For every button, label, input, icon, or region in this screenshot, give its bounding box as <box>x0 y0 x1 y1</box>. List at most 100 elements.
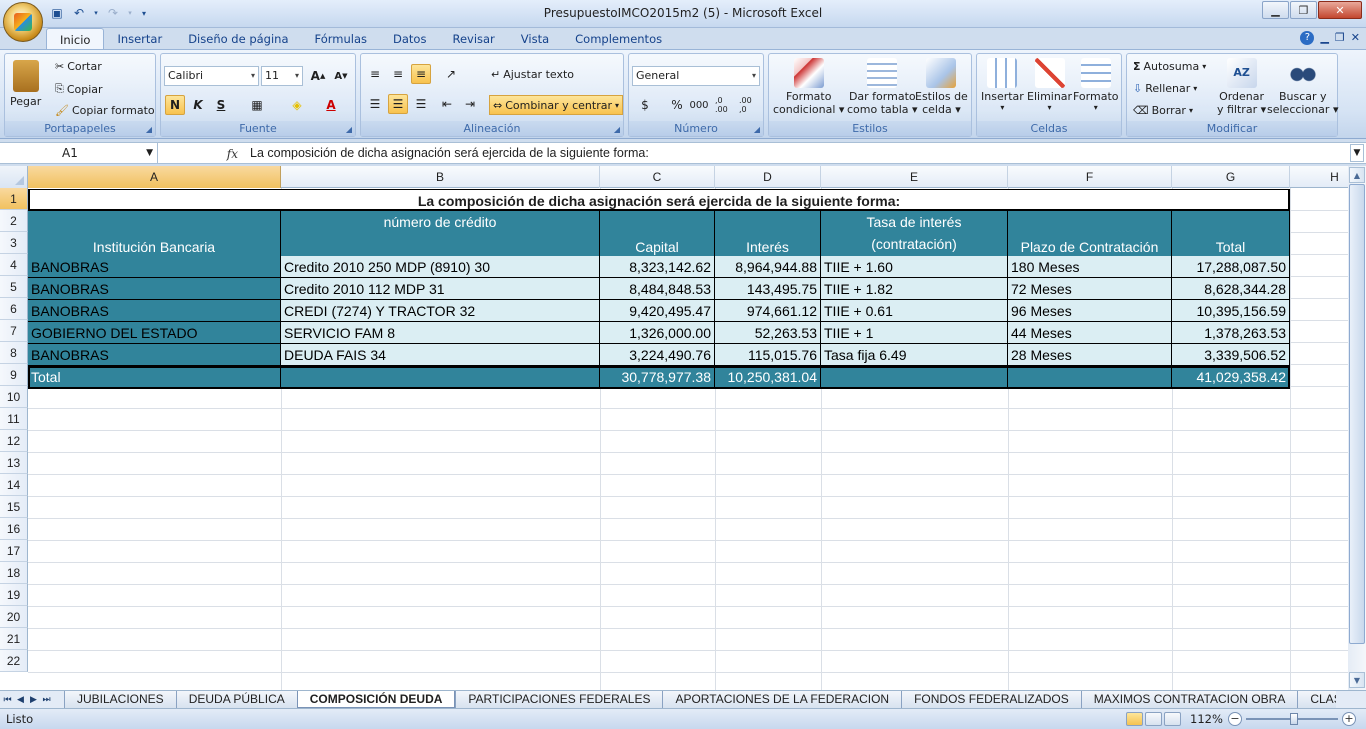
row-header-8[interactable]: 8 <box>0 342 28 364</box>
column-header-a[interactable]: A <box>28 166 281 188</box>
sheet-tab-fondos[interactable]: FONDOS FEDERALIZADOS <box>901 691 1081 708</box>
help-icon[interactable]: ? <box>1300 31 1315 45</box>
data-cell[interactable]: 8,964,944.88 <box>715 256 821 278</box>
row-header-20[interactable]: 20 <box>0 606 28 628</box>
data-cell[interactable]: TIIE + 1 <box>821 322 1008 344</box>
align-top-icon[interactable]: ≡ <box>365 64 385 84</box>
header-institucion[interactable]: Institución Bancaria <box>28 211 281 259</box>
shrink-font-icon[interactable]: A ▼ <box>331 66 351 86</box>
row-header-15[interactable]: 15 <box>0 496 28 518</box>
workbook-restore-icon[interactable]: ❐ <box>1335 31 1345 45</box>
tab-formulas[interactable]: Fórmulas <box>302 28 381 50</box>
align-middle-icon[interactable]: ≡ <box>388 64 408 84</box>
row-header-21[interactable]: 21 <box>0 628 28 650</box>
format-cells-button[interactable]: Formato ▾ <box>1073 58 1119 112</box>
row-header-22[interactable]: 22 <box>0 650 28 672</box>
delete-cells-button[interactable]: Eliminar ▾ <box>1027 58 1072 112</box>
total-cell[interactable]: 30,778,977.38 <box>600 366 715 388</box>
font-size-select[interactable]: 11 ▾ <box>261 66 303 86</box>
total-cell[interactable]: Total <box>28 366 281 388</box>
percent-button[interactable]: % <box>667 95 687 115</box>
conditional-format-button[interactable]: Formato condicional ▾ <box>773 58 844 116</box>
decrease-decimal-icon[interactable]: .00 ,0 <box>739 95 761 115</box>
data-cell[interactable]: DEUDA FAIS 34 <box>281 344 600 366</box>
scroll-up-icon[interactable]: ▲ <box>1349 167 1365 183</box>
tab-split-handle[interactable] <box>1336 691 1366 708</box>
data-cell[interactable]: CREDI (7274) Y TRACTOR 32 <box>281 300 600 322</box>
total-cell[interactable] <box>281 366 600 388</box>
row-header-7[interactable]: 7 <box>0 320 28 342</box>
data-cell[interactable]: Credito 2010 112 MDP 31 <box>281 278 600 300</box>
row-header-4[interactable]: 4 <box>0 254 28 276</box>
sheet-tab-jubilaciones[interactable]: JUBILACIONES <box>64 691 176 708</box>
data-cell[interactable]: 8,628,344.28 <box>1172 278 1290 300</box>
row-header-17[interactable]: 17 <box>0 540 28 562</box>
data-cell[interactable]: TIIE + 0.61 <box>821 300 1008 322</box>
column-header-d[interactable]: D <box>715 166 821 188</box>
data-cell[interactable]: 1,378,263.53 <box>1172 322 1290 344</box>
row-header-13[interactable]: 13 <box>0 452 28 474</box>
underline-button[interactable]: S <box>211 95 231 115</box>
data-cell[interactable]: 974,661.12 <box>715 300 821 322</box>
total-cell[interactable] <box>1008 366 1172 388</box>
prev-sheet-icon[interactable]: ◀ <box>15 695 26 705</box>
column-header-b[interactable]: B <box>281 166 600 188</box>
borders-icon[interactable]: ▦ <box>247 95 267 115</box>
data-cell[interactable]: 3,339,506.52 <box>1172 344 1290 366</box>
fill-button[interactable]: ⇩ Rellenar ▾ <box>1133 82 1197 95</box>
increase-indent-icon[interactable]: ⇥ <box>460 94 480 114</box>
next-sheet-icon[interactable]: ▶ <box>28 695 39 705</box>
row-header-3[interactable]: 3 <box>0 232 28 254</box>
sheet-tab-deuda-publica[interactable]: DEUDA PÚBLICA <box>175 691 297 708</box>
tab-diseno-pagina[interactable]: Diseño de página <box>175 28 301 50</box>
clear-button[interactable]: ⌫ Borrar ▾ <box>1133 104 1193 117</box>
data-cell[interactable]: 52,263.53 <box>715 322 821 344</box>
data-cell[interactable]: BANOBRAS <box>28 256 281 278</box>
tab-insertar[interactable]: Insertar <box>104 28 175 50</box>
ribbon-minimize-icon[interactable]: ▁ <box>1320 31 1328 45</box>
total-cell[interactable]: 41,029,358.42 <box>1172 366 1290 388</box>
decrease-indent-icon[interactable]: ⇤ <box>437 94 457 114</box>
align-left-icon[interactable]: ☰ <box>365 94 385 114</box>
title-cell-a1[interactable]: La composición de dicha asignación será … <box>28 189 1290 211</box>
currency-button[interactable]: $ <box>635 95 655 115</box>
find-select-button[interactable]: Buscar y seleccionar ▾ <box>1267 58 1338 116</box>
minimize-button[interactable]: ▁ <box>1262 1 1289 19</box>
tab-revisar[interactable]: Revisar <box>439 28 507 50</box>
cell-styles-button[interactable]: Estilos de celda ▾ <box>915 58 968 116</box>
column-header-f[interactable]: F <box>1008 166 1172 188</box>
data-cell[interactable]: BANOBRAS <box>28 344 281 366</box>
scroll-down-icon[interactable]: ▼ <box>1349 672 1365 688</box>
cut-button[interactable]: ✂ Cortar <box>55 60 102 73</box>
font-color-icon[interactable]: A <box>321 95 341 115</box>
data-cell[interactable]: GOBIERNO DEL ESTADO <box>28 322 281 344</box>
office-button[interactable] <box>3 2 43 42</box>
format-as-table-button[interactable]: Dar formato como tabla ▾ <box>847 58 918 116</box>
data-cell[interactable]: 8,484,848.53 <box>600 278 715 300</box>
data-cell[interactable]: 9,420,495.47 <box>600 300 715 322</box>
name-box[interactable]: A1 ▼ <box>0 143 158 164</box>
column-header-g[interactable]: G <box>1172 166 1290 188</box>
data-cell[interactable]: 17,288,087.50 <box>1172 256 1290 278</box>
workbook-close-icon[interactable]: ✕ <box>1351 31 1360 45</box>
align-right-icon[interactable]: ☰ <box>411 94 431 114</box>
name-box-dropdown-icon[interactable]: ▼ <box>146 143 153 164</box>
bold-button[interactable]: N <box>165 95 185 115</box>
tab-vista[interactable]: Vista <box>508 28 562 50</box>
zoom-in-icon[interactable]: + <box>1342 712 1356 726</box>
data-cell[interactable]: 28 Meses <box>1008 344 1172 366</box>
data-cell[interactable]: 180 Meses <box>1008 256 1172 278</box>
font-name-select[interactable]: Calibri ▾ <box>164 66 259 86</box>
data-cell[interactable]: TIIE + 1.82 <box>821 278 1008 300</box>
column-header-e[interactable]: E <box>821 166 1008 188</box>
data-cell[interactable]: 115,015.76 <box>715 344 821 366</box>
row-header-11[interactable]: 11 <box>0 408 28 430</box>
header-total[interactable]: Total <box>1172 211 1290 259</box>
merge-center-button[interactable]: ⇔ Combinar y centrar ▾ <box>489 95 624 115</box>
vertical-scroll-thumb[interactable] <box>1349 184 1365 644</box>
fill-color-icon[interactable]: ◈ <box>287 95 307 115</box>
grow-font-icon[interactable]: A ▲ <box>308 66 328 86</box>
data-cell[interactable]: 44 Meses <box>1008 322 1172 344</box>
header-tasa[interactable]: Tasa de interés (contratación) <box>821 211 1008 259</box>
worksheet-grid[interactable]: A B C D E F G H La composición de dicha … <box>0 166 1348 690</box>
